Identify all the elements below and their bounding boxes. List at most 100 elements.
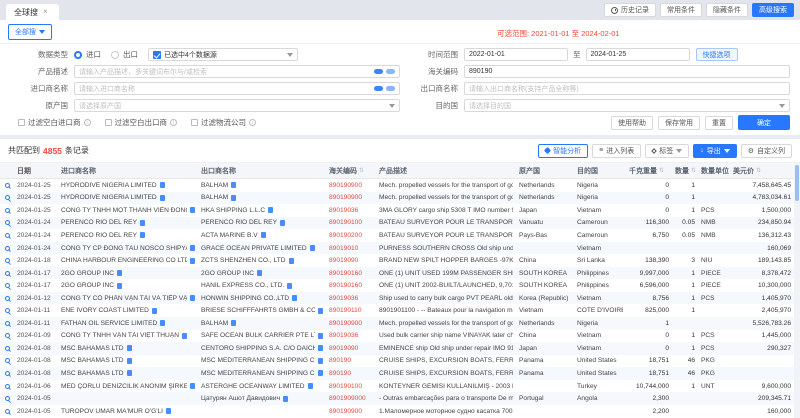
exporter-cell[interactable]: GRACE OCEAN PRIVATE LIMITED [198, 242, 326, 255]
company-profile-icon[interactable] [280, 220, 285, 226]
company-profile-icon[interactable] [257, 270, 262, 276]
importer-cell[interactable]: CÔNG TY TNHH VẬN TẢI VIỆT THUẬN [58, 330, 198, 343]
company-profile-icon[interactable] [140, 220, 145, 226]
import-radio[interactable] [74, 51, 82, 59]
column-header-weight[interactable]: 千克重量⇅ [626, 163, 672, 178]
table-row[interactable]: 2024-01-12CÔNG TY CỔ PHẦN VẬN TẢI VÀ TIẾ… [0, 292, 800, 305]
table-row[interactable]: 2024-01-05TUROPOV UMAR MA'MUR O'G'LI8901… [0, 405, 800, 418]
importer-cell[interactable]: CÔNG TY TNHH MỘT THÀNH VIÊN ĐÓNG TÀ [58, 204, 198, 217]
company-profile-icon[interactable] [152, 308, 157, 314]
exporter-cell[interactable]: BALHAM [198, 192, 326, 205]
exporter-cell[interactable]: PERENCO RIO DEL REY [198, 217, 326, 230]
company-profile-icon[interactable] [182, 333, 187, 339]
importer-input[interactable]: 请输入进口商名称 [74, 82, 400, 95]
row-search-icon[interactable] [5, 346, 10, 351]
table-row[interactable]: 2024-01-25CÔNG TY TNHH MỘT THÀNH VIÊN ĐÓ… [0, 204, 800, 217]
company-profile-icon[interactable] [318, 370, 323, 376]
help-button[interactable]: 使用帮助 [611, 116, 653, 130]
exporter-cell[interactable]: BRIESE SCHIFFFAHRTS GMBH & CO [198, 304, 326, 317]
company-profile-icon[interactable] [231, 320, 236, 326]
row-search-icon[interactable] [5, 271, 10, 276]
exporter-cell[interactable]: HKA SHIPPING L.L.C [198, 204, 326, 217]
row-search-icon[interactable] [5, 384, 10, 389]
row-search-icon[interactable] [5, 308, 10, 313]
hide-conditions-button[interactable]: 隐藏条件 [706, 3, 748, 17]
exporter-cell[interactable]: CENTORO SHIPPING S.A. C/O DAICHI CHU [198, 342, 326, 355]
importer-cell[interactable]: HYDRODIVE NIGERIA LIMITED [58, 192, 198, 205]
importer-cell[interactable]: ENE IVORY COAST LIMITED [58, 304, 198, 317]
company-profile-icon[interactable] [190, 295, 195, 301]
row-search-icon[interactable] [5, 246, 10, 251]
sort-icon[interactable]: ⇅ [691, 167, 696, 174]
column-header-quantity[interactable]: 数量⇅ [672, 163, 698, 178]
sort-icon[interactable]: ⇅ [359, 167, 364, 174]
table-row[interactable]: 2024-01-11ENE IVORY COAST LIMITEDBRIESE … [0, 304, 800, 317]
row-search-icon[interactable] [5, 283, 10, 288]
row-search-icon[interactable] [5, 333, 10, 338]
row-search-icon[interactable] [5, 195, 10, 200]
row-search-icon[interactable] [5, 409, 10, 414]
exporter-cell[interactable]: BALHAM [198, 317, 326, 330]
company-profile-icon[interactable] [190, 207, 195, 213]
close-icon[interactable] [43, 8, 51, 16]
quick-options-button[interactable]: 快捷选项 [696, 48, 738, 61]
company-profile-icon[interactable] [231, 182, 236, 188]
exporter-cell[interactable]: ASTERGHE OCEANWAY LIMITED [198, 380, 326, 393]
row-search-icon[interactable] [5, 208, 10, 213]
company-profile-icon[interactable] [318, 308, 323, 314]
date-to-input[interactable]: 2024-01-25 [586, 48, 690, 61]
custom-columns-button[interactable]: 自定义列 [741, 144, 792, 158]
boolean-toggle-icon[interactable] [374, 86, 383, 91]
column-header-hs-code[interactable]: 海关编码⇅ [326, 163, 376, 178]
company-profile-icon[interactable] [117, 283, 122, 289]
table-row[interactable]: 2024-01-172GO GROUP INCHANIL EXPRESS CO.… [0, 279, 800, 292]
dataset-select[interactable]: 已选中4个数据源 [148, 48, 298, 61]
company-profile-icon[interactable] [283, 396, 288, 402]
company-profile-icon[interactable] [289, 258, 294, 264]
importer-cell[interactable]: 2GO GROUP INC [58, 267, 198, 280]
company-profile-icon[interactable] [318, 333, 323, 339]
importer-cell[interactable]: MSC BAHAMAS LTD [58, 342, 198, 355]
vertical-scrollbar[interactable] [794, 163, 800, 418]
boolean-toggle-icon[interactable] [374, 69, 383, 74]
exporter-cell[interactable]: MSC MEDITERRANEAN SHIPPING CO., SA [198, 355, 326, 368]
exporter-cell[interactable]: HONWIN SHIPPING CO.,LTD [198, 292, 326, 305]
fuzzy-toggle-icon[interactable] [386, 86, 395, 91]
export-radio[interactable] [111, 51, 119, 59]
search-scope-dropdown[interactable]: 全部搜 [8, 24, 52, 40]
date-from-input[interactable]: 2022-01-01 [464, 48, 568, 61]
company-profile-icon[interactable] [310, 245, 315, 251]
company-profile-icon[interactable] [268, 207, 273, 213]
exporter-cell[interactable]: ZCTS SHENZHEN CO., LTD [198, 254, 326, 267]
row-search-icon[interactable] [5, 358, 10, 363]
filter-blank-importer-checkbox[interactable]: 过滤空白进口商 [18, 117, 91, 128]
save-common-button[interactable]: 保存常用 [658, 116, 700, 130]
exporter-cell[interactable]: Цатурян Ашот Давидович [198, 392, 326, 405]
row-search-icon[interactable] [5, 296, 10, 301]
filter-blank-exporter-checkbox[interactable]: 过滤空白出口商 [105, 117, 178, 128]
table-row[interactable]: 2024-01-11FATHAN OIL SERVICE LIMITEDBALH… [0, 317, 800, 330]
table-row[interactable]: 2024-01-08MSC BAHAMAS LTDMSC MEDITERRANE… [0, 367, 800, 380]
importer-cell[interactable]: PERENCO RIO DEL REY [58, 229, 198, 242]
company-profile-icon[interactable] [117, 270, 122, 276]
table-row[interactable]: 2024-01-24PERENCO RIO DEL REYPERENCO RIO… [0, 217, 800, 230]
row-search-icon[interactable] [5, 220, 10, 225]
importer-cell[interactable]: CÔNG TY CỔ PHẦN VẬN TẢI VÀ TIẾP VẬN P [58, 292, 198, 305]
company-profile-icon[interactable] [261, 232, 266, 238]
scrollbar-thumb[interactable] [795, 165, 799, 201]
company-profile-icon[interactable] [287, 283, 292, 289]
table-row[interactable]: 2024-01-172GO GROUP INC2GO GROUP INC8901… [0, 267, 800, 280]
history-button[interactable]: 历史记录 [604, 3, 656, 17]
company-profile-icon[interactable] [160, 195, 165, 201]
exporter-input[interactable]: 请输入出口商名称(支持产品全称等) [464, 82, 790, 95]
reset-button[interactable]: 重置 [705, 116, 733, 130]
importer-cell[interactable]: PERENCO RIO DEL REY [58, 217, 198, 230]
common-conditions-button[interactable]: 常用条件 [660, 3, 702, 17]
row-search-icon[interactable] [5, 396, 10, 401]
filter-logistics-checkbox[interactable]: 过滤物流公司 [191, 117, 256, 128]
row-search-icon[interactable] [5, 371, 10, 376]
company-profile-icon[interactable] [127, 370, 132, 376]
export-radio-label[interactable]: 出口 [123, 49, 138, 60]
importer-cell[interactable]: 2GO GROUP INC [58, 279, 198, 292]
hs-code-input[interactable]: 890190 [464, 65, 790, 78]
